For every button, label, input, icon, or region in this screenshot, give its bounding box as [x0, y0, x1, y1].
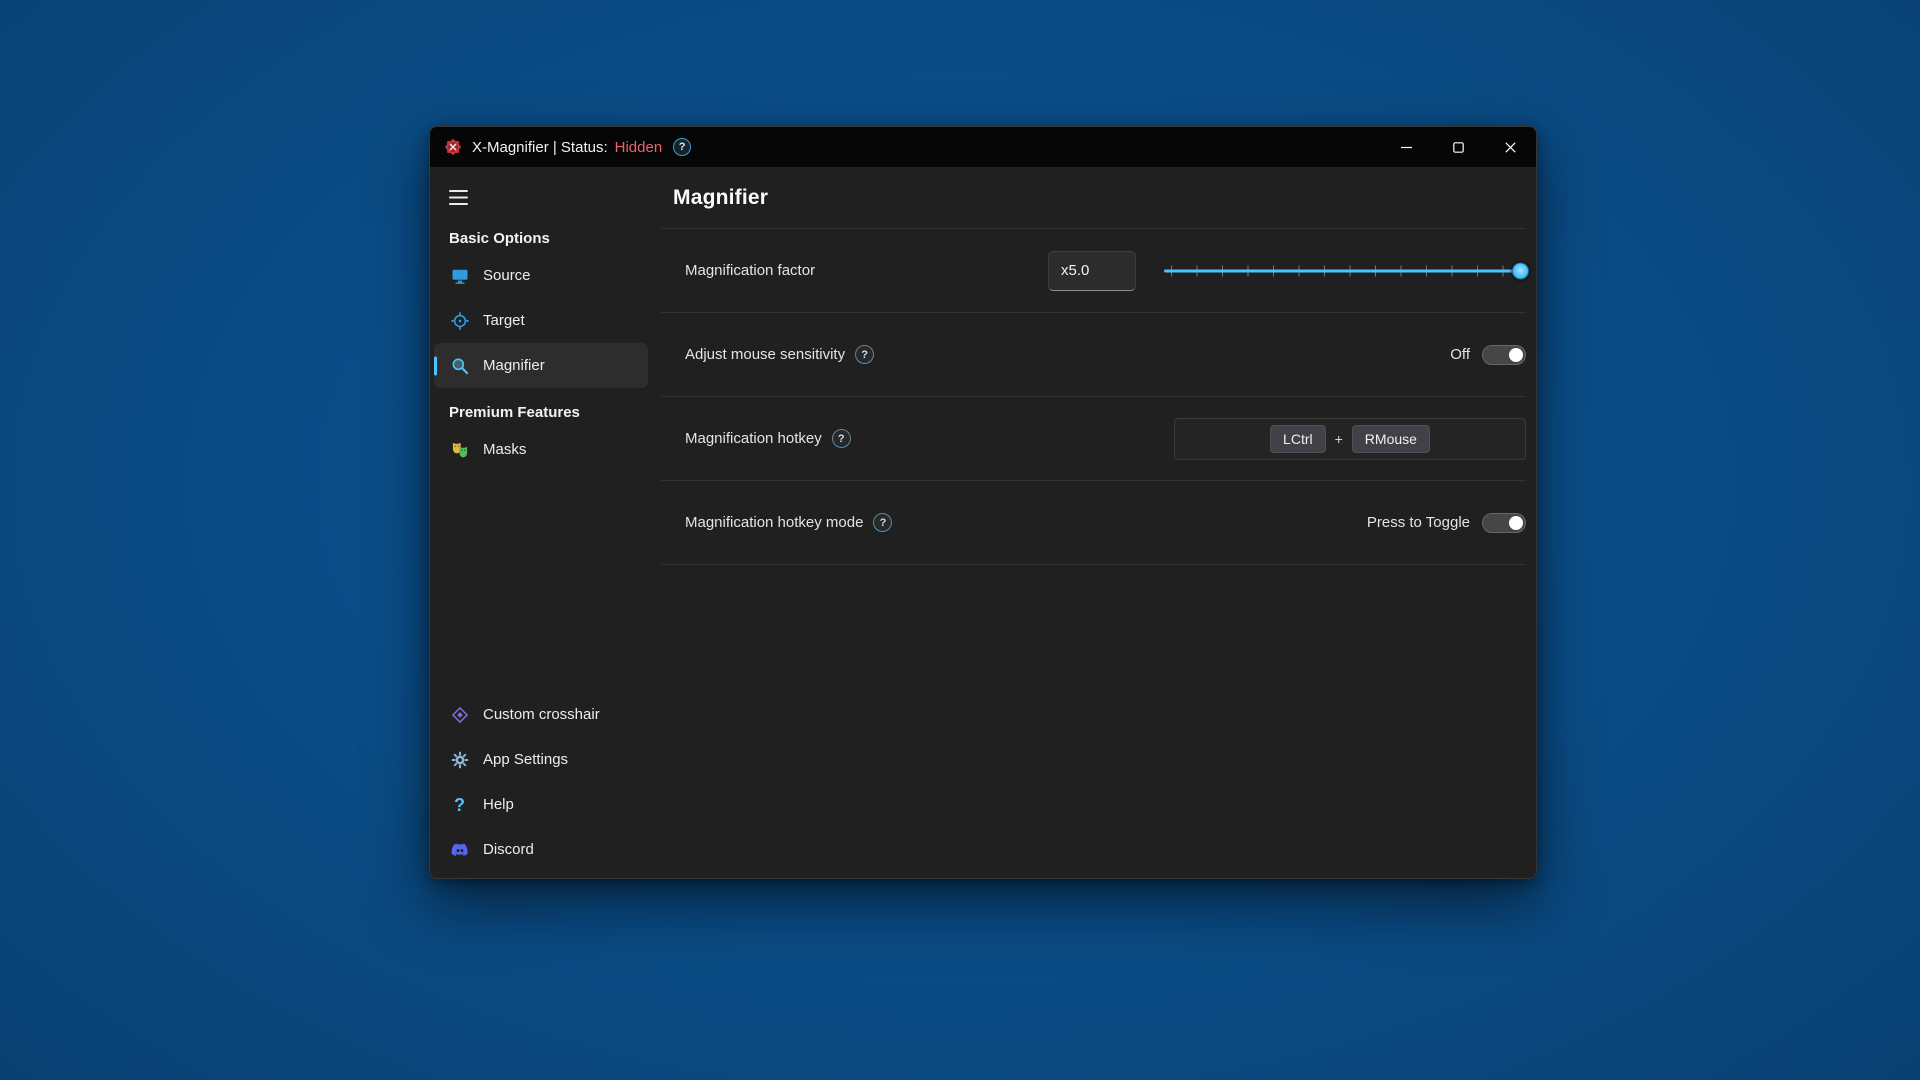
magnification-slider[interactable] [1164, 260, 1526, 282]
sidebar-item-target[interactable]: Target [434, 298, 648, 343]
window-controls [1380, 127, 1536, 167]
app-logo-icon [443, 137, 463, 157]
sidebar-item-custom-crosshair[interactable]: Custom crosshair [434, 692, 648, 737]
sidebar-item-help[interactable]: ? Help [434, 782, 648, 827]
window-title: X-Magnifier | Status: [472, 139, 608, 156]
hotkey-plus: + [1335, 431, 1343, 447]
section-basic-options: Basic Options [449, 230, 652, 247]
magnification-hotkey-label: Magnification hotkey [685, 430, 822, 447]
toggle-knob [1509, 348, 1523, 362]
hotkey-mode-toggle[interactable] [1482, 513, 1526, 533]
page-header: Magnifier [661, 167, 1526, 229]
sidebar-item-label: Source [483, 267, 531, 284]
diamond-crosshair-icon [449, 704, 470, 725]
sidebar-item-discord[interactable]: Discord [434, 827, 648, 872]
mouse-sensitivity-toggle[interactable] [1482, 345, 1526, 365]
sidebar-item-label: Target [483, 312, 525, 329]
magnification-hotkey-help-badge[interactable]: ? [832, 429, 851, 448]
close-button[interactable] [1484, 127, 1536, 167]
sidebar-item-label: Discord [483, 841, 534, 858]
maximize-button[interactable] [1432, 127, 1484, 167]
slider-thumb[interactable] [1512, 262, 1529, 279]
mouse-sensitivity-state: Off [1450, 346, 1470, 363]
question-icon: ? [449, 794, 470, 815]
mouse-sensitivity-help-badge[interactable]: ? [855, 345, 874, 364]
hotkey-key-2: RMouse [1352, 425, 1430, 453]
hotkey-key-1: LCtrl [1270, 425, 1326, 453]
mouse-sensitivity-label: Adjust mouse sensitivity [685, 346, 845, 363]
hotkey-mode-help-badge[interactable]: ? [873, 513, 892, 532]
titlebar: X-Magnifier | Status: Hidden ? [430, 127, 1536, 167]
row-mouse-sensitivity: Adjust mouse sensitivity ? Off [661, 313, 1526, 397]
hotkey-mode-label: Magnification hotkey mode [685, 514, 863, 531]
sidebar-footer: Custom crosshair [430, 692, 652, 878]
sidebar-item-label: Custom crosshair [483, 706, 600, 723]
page-title: Magnifier [673, 186, 768, 210]
hotkey-mode-state: Press to Toggle [1367, 514, 1470, 531]
status-help-badge[interactable]: ? [673, 138, 691, 156]
section-premium-features: Premium Features [449, 404, 652, 421]
sidebar-item-magnifier[interactable]: Magnifier [434, 343, 648, 388]
crosshair-icon [449, 310, 470, 331]
sidebar-item-label: Magnifier [483, 357, 545, 374]
sidebar-item-label: Help [483, 796, 514, 813]
hamburger-menu-icon[interactable] [449, 186, 471, 208]
row-magnification-factor: Magnification factor [661, 229, 1526, 313]
minimize-button[interactable] [1380, 127, 1432, 167]
slider-track[interactable] [1164, 269, 1522, 272]
row-magnification-hotkey: Magnification hotkey ? LCtrl + RMouse [661, 397, 1526, 481]
monitor-icon [449, 265, 470, 286]
sidebar: Basic Options Source [430, 167, 652, 878]
main-content: Magnifier Magnification factor [652, 167, 1536, 878]
status-text: Hidden [615, 139, 663, 156]
magnification-factor-label: Magnification factor [685, 262, 815, 279]
magnifier-icon [449, 355, 470, 376]
sidebar-item-label: Masks [483, 441, 526, 458]
sidebar-item-source[interactable]: Source [434, 253, 648, 298]
sidebar-item-label: App Settings [483, 751, 568, 768]
masks-icon [449, 439, 470, 460]
gear-icon [449, 749, 470, 770]
sidebar-item-masks[interactable]: Masks [434, 427, 648, 472]
toggle-knob [1509, 516, 1523, 530]
hotkey-capture-box[interactable]: LCtrl + RMouse [1174, 418, 1526, 460]
app-window: X-Magnifier | Status: Hidden ? [429, 126, 1537, 879]
magnification-factor-input[interactable] [1048, 251, 1136, 291]
sidebar-item-app-settings[interactable]: App Settings [434, 737, 648, 782]
discord-icon [449, 839, 470, 860]
row-hotkey-mode: Magnification hotkey mode ? Press to Tog… [661, 481, 1526, 565]
